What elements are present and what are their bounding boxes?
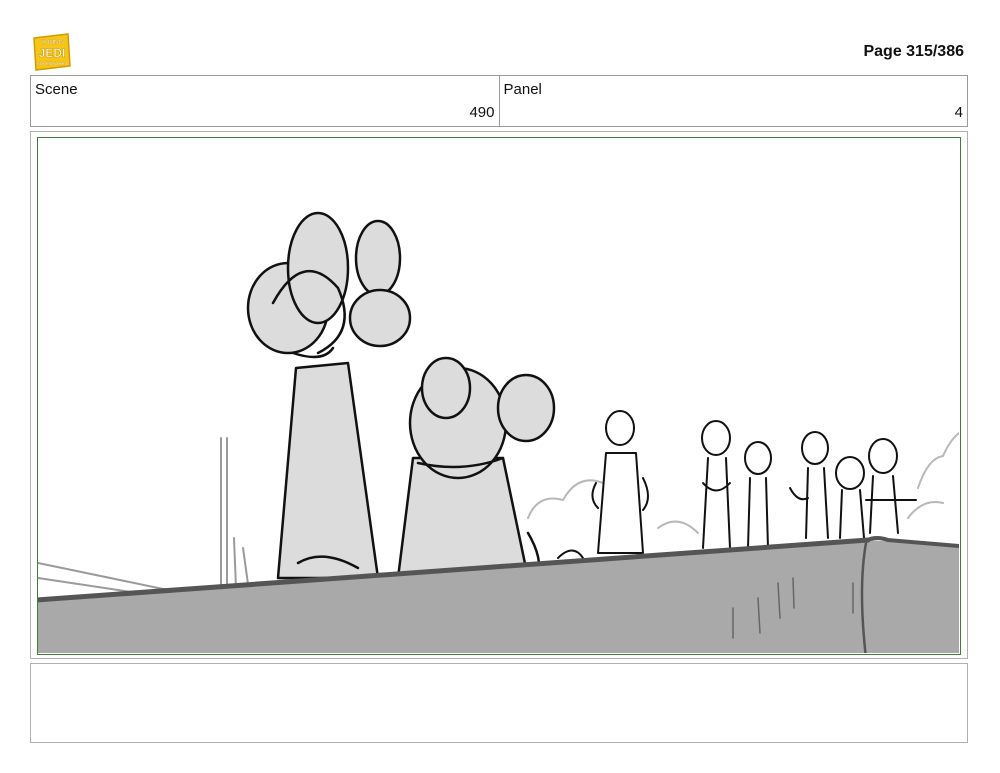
- scene-number: 490: [469, 104, 495, 121]
- svg-text:JEDI: JEDI: [39, 46, 66, 60]
- svg-text:ADVENTURES: ADVENTURES: [36, 61, 67, 66]
- panel-label: Panel: [503, 81, 542, 98]
- storyboard-sketch: [38, 211, 959, 653]
- panel-number: 4: [954, 104, 963, 121]
- panel-frame: [37, 137, 961, 655]
- page-number: Page 315/386: [863, 43, 964, 60]
- show-logo: YOUNG JEDI ADVENTURES: [30, 30, 74, 74]
- panel-cell: Panel 4: [498, 76, 968, 126]
- scene-cell: Scene 490: [31, 76, 499, 126]
- storyboard-panel: [30, 131, 968, 659]
- panel-notes: [30, 663, 968, 743]
- scene-panel-info: Scene 490 Panel 4: [30, 75, 968, 127]
- scene-label: Scene: [35, 81, 78, 98]
